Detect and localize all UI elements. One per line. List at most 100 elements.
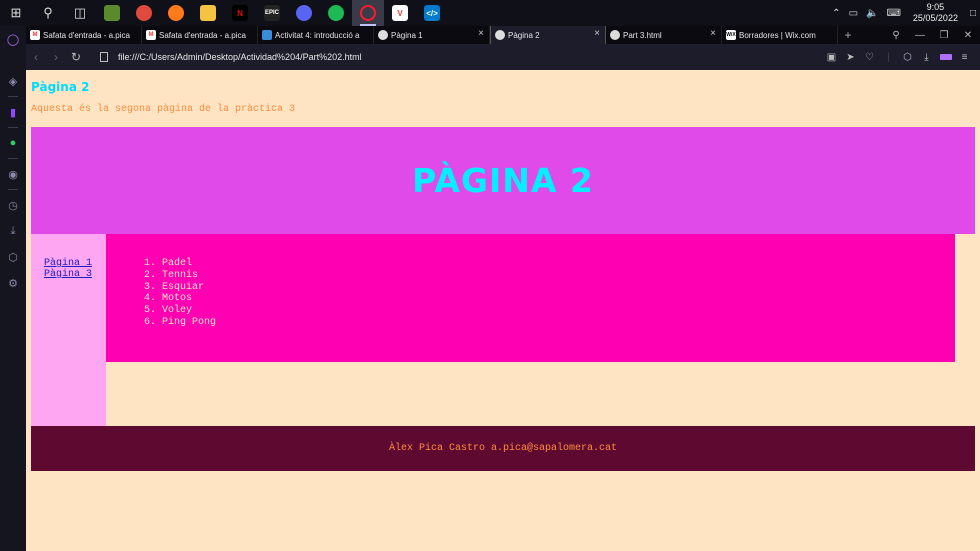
file-explorer-icon[interactable]: [192, 0, 224, 26]
intro-text: Aquesta és la segona pàgina de la pràcti…: [31, 104, 296, 115]
time: 9:05: [926, 2, 945, 12]
windows-start-icon[interactable]: ⊞: [0, 0, 32, 26]
banner: PÀGINA 2: [31, 127, 975, 234]
whatsapp-icon[interactable]: ●: [0, 130, 26, 156]
page-viewport: Pàgina 2 Aquesta és la segona pàgina de …: [26, 70, 980, 551]
sports-list: 1. Padel 2. Tennis 3. Esquiar 4. Motos 5…: [106, 234, 955, 362]
tab-wix[interactable]: WiX Borradores | Wix.com: [722, 26, 838, 44]
gamepad-icon[interactable]: ◈: [0, 68, 26, 94]
sidebar-divider: [8, 96, 18, 97]
close-icon[interactable]: ×: [594, 28, 600, 39]
system-tray: ⌃ ▭ 🔈 ⌨ 9:05 25/05/2022 □: [828, 0, 980, 26]
date: 25/05/2022: [912, 13, 958, 23]
extensions-icon[interactable]: ⬡: [0, 244, 26, 270]
cube-icon[interactable]: ⬡: [898, 52, 917, 63]
volume-icon[interactable]: 🔈: [866, 8, 878, 19]
image-icon: [262, 30, 272, 40]
send-icon[interactable]: ➤: [841, 52, 860, 63]
tab-pagina-1[interactable]: Pàgina 1 ×: [374, 26, 490, 44]
page-icon: [100, 52, 108, 62]
footer-text: Àlex Pica Castro a.pica@sapalomera.cat: [388, 443, 618, 454]
history-icon[interactable]: ◷: [0, 192, 26, 218]
footer: Àlex Pica Castro a.pica@sapalomera.cat: [31, 426, 975, 471]
sidebar-divider: [8, 127, 18, 128]
keyboard-icon[interactable]: ⌨: [886, 8, 900, 19]
search-icon[interactable]: ⚲: [32, 0, 64, 26]
firefox-icon[interactable]: [160, 0, 192, 26]
netflix-icon[interactable]: N: [224, 0, 256, 26]
tab-label: Pàgina 1: [391, 30, 423, 40]
spotify-icon[interactable]: [320, 0, 352, 26]
link-pagina-1[interactable]: Pàgina 1: [44, 258, 106, 269]
close-window-icon[interactable]: ✕: [956, 30, 980, 41]
sidebar-divider: [8, 189, 18, 190]
sidebar-divider: [8, 158, 18, 159]
vscode-icon[interactable]: </>: [416, 0, 448, 26]
globe-icon: [610, 30, 620, 40]
minimize-icon[interactable]: —: [908, 30, 932, 41]
separator: |: [887, 51, 890, 63]
twitch-icon[interactable]: ▮: [0, 99, 26, 125]
clock[interactable]: 9:05 25/05/2022: [913, 2, 958, 24]
forward-icon[interactable]: ›: [46, 50, 66, 64]
restore-icon[interactable]: ❐: [932, 30, 956, 41]
discord-icon[interactable]: [288, 0, 320, 26]
settings-icon[interactable]: ⚙: [0, 270, 26, 296]
tab-strip: M Safata d'entrada - a.pica M Safata d'e…: [26, 26, 980, 44]
opera-menu-icon[interactable]: ◯: [0, 26, 26, 52]
url-field[interactable]: file:///C:/Users/Admin/Desktop/Actividad…: [100, 52, 362, 62]
battery-icon[interactable]: [936, 52, 955, 63]
download-icon[interactable]: ⤓: [917, 52, 936, 63]
list-item: 6. Ping Pong: [144, 316, 217, 328]
back-icon[interactable]: ‹: [26, 50, 46, 64]
gmail-icon: M: [146, 30, 156, 40]
link-pagina-3[interactable]: Pàgina 3: [44, 269, 106, 280]
banner-title: PÀGINA 2: [412, 161, 594, 200]
task-view-icon[interactable]: ◫: [64, 0, 96, 26]
heart-icon[interactable]: ♡: [860, 52, 879, 63]
tab-label: Activitat 4: introducció a: [275, 30, 360, 40]
tab-label: Safata d'entrada - a.pica: [43, 30, 130, 40]
tab-label: Borradores | Wix.com: [739, 30, 816, 40]
windows-taskbar: ⊞ ⚲ ◫ N EPIC V </> ⌃ ▭ 🔈 ⌨ 9:05 25/05/20…: [0, 0, 980, 26]
vivaldi-icon[interactable]: V: [384, 0, 416, 26]
tab-pagina-2[interactable]: Pàgina 2 ×: [490, 26, 606, 44]
side-navigation: Pàgina 1 Pàgina 3: [31, 234, 106, 426]
close-icon[interactable]: ×: [710, 28, 716, 39]
downloads-icon[interactable]: ⤓: [0, 218, 26, 244]
menu-icon[interactable]: ≡: [955, 52, 974, 63]
url-text: file:///C:/Users/Admin/Desktop/Actividad…: [118, 52, 362, 62]
window-controls: ⚲ — ❐ ✕: [884, 26, 980, 44]
tab-label: Pàgina 2: [508, 30, 540, 40]
camera-icon[interactable]: ▣: [822, 52, 841, 63]
reload-icon[interactable]: ↻: [66, 50, 86, 64]
chrome-icon[interactable]: [128, 0, 160, 26]
tab-label: Safata d'entrada - a.pica: [159, 30, 246, 40]
tab-part-3[interactable]: Part 3.html ×: [606, 26, 722, 44]
address-bar: ‹ › ↻ file:///C:/Users/Admin/Desktop/Act…: [26, 44, 980, 70]
tab-gmail-2[interactable]: M Safata d'entrada - a.pica: [142, 26, 258, 44]
player-icon[interactable]: ◉: [0, 161, 26, 187]
close-icon[interactable]: ×: [478, 28, 484, 39]
network-icon[interactable]: ▭: [849, 8, 858, 19]
list-item: 1. Padel: [144, 258, 193, 269]
globe-icon: [378, 30, 388, 40]
tab-gmail-1[interactable]: M Safata d'entrada - a.pica: [26, 26, 142, 44]
list-item: 2. Tennis: [144, 269, 199, 281]
address-tools: ▣ ➤ ♡ | ⬡ ⤓ ≡: [822, 44, 974, 70]
list-item: 3. Esquiar: [144, 281, 205, 293]
tab-activitat[interactable]: Activitat 4: introducció a: [258, 26, 374, 44]
wix-icon: WiX: [726, 30, 736, 40]
notifications-icon[interactable]: □: [970, 8, 976, 19]
opera-icon[interactable]: [352, 0, 384, 26]
tab-label: Part 3.html: [623, 30, 662, 40]
chevron-up-icon[interactable]: ⌃: [832, 8, 840, 19]
browser-sidebar: ◯ ◈ ▮ ● ◉ ◷ ⤓ ⬡ ⚙: [0, 26, 26, 551]
new-tab-icon[interactable]: +: [838, 28, 858, 42]
minecraft-icon[interactable]: [96, 0, 128, 26]
page-heading: Pàgina 2: [31, 80, 90, 94]
gmail-icon: M: [30, 30, 40, 40]
search-tabs-icon[interactable]: ⚲: [884, 30, 908, 41]
epic-games-icon[interactable]: EPIC: [256, 0, 288, 26]
